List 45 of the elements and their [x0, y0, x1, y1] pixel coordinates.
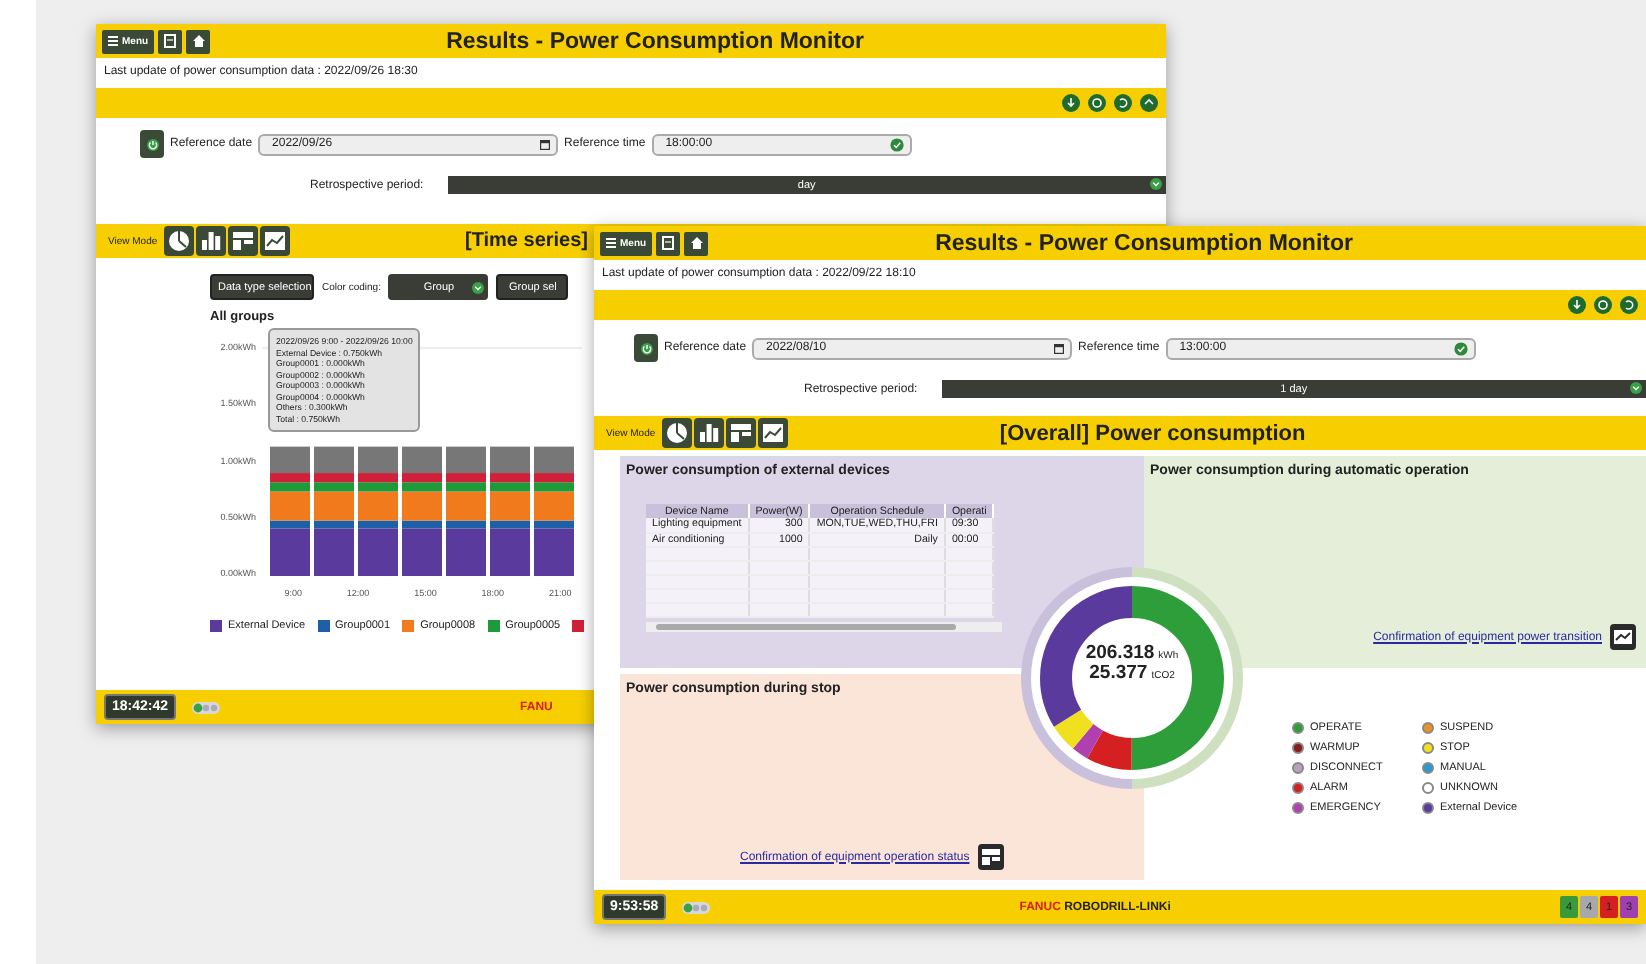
refresh-icon[interactable]: [1620, 296, 1638, 314]
view-title: [Overall] Power consumption: [997, 421, 1308, 445]
energy-total: 206.318: [1085, 644, 1155, 663]
clock-icon[interactable]: [1594, 296, 1612, 314]
line-chart-icon[interactable]: [757, 418, 788, 448]
line-chart-icon[interactable]: [259, 226, 290, 256]
check-icon: [1453, 341, 1468, 355]
power-icon: [145, 137, 159, 151]
menu-icon: [606, 238, 616, 248]
document-button[interactable]: [656, 231, 681, 255]
toggle-icon[interactable]: [682, 901, 711, 913]
upload-icon[interactable]: [1140, 94, 1158, 112]
home-button[interactable]: [186, 29, 211, 53]
home-icon: [689, 236, 704, 250]
table-icon[interactable]: [977, 844, 1004, 870]
clock-icon[interactable]: [1088, 94, 1106, 112]
download-icon[interactable]: [1568, 296, 1586, 314]
pie-chart-icon[interactable]: [661, 418, 692, 448]
refresh-icon[interactable]: [1114, 94, 1132, 112]
calendar-icon: [1054, 343, 1065, 353]
document-icon: [662, 236, 675, 250]
toggle-icon[interactable]: [192, 701, 221, 713]
power-button[interactable]: [140, 130, 164, 158]
table-icon[interactable]: [227, 226, 258, 256]
bar-chart-icon[interactable]: [195, 226, 226, 256]
power-button[interactable]: [634, 334, 658, 362]
caret-icon: [472, 281, 485, 293]
table-icon[interactable]: [725, 418, 756, 448]
window-title: Results - Power Consumption Monitor: [444, 29, 866, 53]
check-icon: [889, 137, 904, 151]
horizontal-scrollbar[interactable]: [646, 621, 1002, 631]
menu-icon: [108, 36, 118, 46]
line-chart-icon[interactable]: [1610, 624, 1636, 650]
document-icon: [164, 34, 177, 48]
view-title: [Time series]: [464, 230, 588, 252]
power-icon: [639, 341, 653, 355]
pie-chart-icon[interactable]: [163, 226, 194, 256]
calendar-icon: [540, 139, 551, 149]
co2-total: 25.377: [1089, 663, 1148, 682]
document-button[interactable]: [158, 29, 183, 53]
window-title: Results - Power Consumption Monitor: [933, 231, 1355, 255]
home-button[interactable]: [684, 231, 709, 255]
home-icon: [191, 34, 206, 48]
bar-chart-icon[interactable]: [693, 418, 724, 448]
download-icon[interactable]: [1062, 94, 1080, 112]
